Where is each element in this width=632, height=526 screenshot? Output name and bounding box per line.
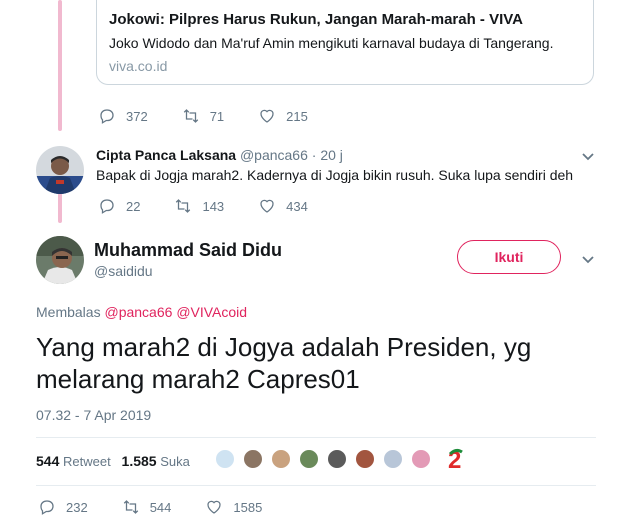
thread-line xyxy=(58,193,62,223)
tweet-menu-button[interactable] xyxy=(581,252,595,266)
retweet-stat-count[interactable]: 544 xyxy=(36,453,59,469)
main-tweet-text: Yang marah2 di Jogya adalah Presiden, yg… xyxy=(36,332,532,394)
reply-author[interactable]: Cipta Panca Laksana @panca66 · 20 j xyxy=(96,147,343,163)
retweet-count: 544 xyxy=(149,499,172,515)
divider xyxy=(36,485,596,486)
liker-avatar[interactable] xyxy=(382,448,404,470)
reply-count: 232 xyxy=(66,499,88,515)
liker-avatar[interactable] xyxy=(214,448,236,470)
like-stat-label[interactable]: Suka xyxy=(160,454,190,469)
retweet-button[interactable]: 143 xyxy=(174,197,224,215)
main-author-name[interactable]: Muhammad Said Didu xyxy=(94,240,282,261)
heart-icon xyxy=(260,109,274,123)
follow-button[interactable]: Ikuti xyxy=(457,240,561,274)
tweet-menu-button[interactable] xyxy=(581,149,595,163)
like-button[interactable]: 215 xyxy=(258,107,308,125)
avatar[interactable] xyxy=(36,146,84,194)
main-tweet-actions: 232 544 1585 xyxy=(38,498,296,516)
liker-avatar[interactable]: 2 xyxy=(446,446,468,474)
link-card-description: Joko Widodo dan Ma'ruf Amin mengikuti ka… xyxy=(109,35,554,51)
avatar[interactable] xyxy=(36,236,84,284)
heart-icon xyxy=(260,199,274,213)
reply-button[interactable]: 232 xyxy=(38,498,88,516)
reply-count: 22 xyxy=(126,198,141,214)
reply-author-handle[interactable]: @panca66 xyxy=(240,147,308,163)
liker-avatar[interactable] xyxy=(270,448,292,470)
retweet-count: 143 xyxy=(202,198,225,214)
heart-icon xyxy=(207,500,222,514)
retweet-button[interactable]: 71 xyxy=(182,107,224,125)
retweet-icon xyxy=(183,109,198,123)
retweet-stat-label[interactable]: Retweet xyxy=(63,454,111,469)
mention-link[interactable]: @VIVAcoid xyxy=(176,304,247,320)
retweet-icon xyxy=(123,500,138,514)
replying-to: Membalas @panca66 @VIVAcoid xyxy=(36,304,247,320)
reply-button[interactable]: 372 xyxy=(98,107,148,125)
like-button[interactable]: 1585 xyxy=(205,498,262,516)
chevron-down-icon xyxy=(582,256,594,264)
reply-icon xyxy=(40,500,54,515)
reply-author-name[interactable]: Cipta Panca Laksana xyxy=(96,147,236,163)
retweet-button[interactable]: 544 xyxy=(122,498,172,516)
chevron-down-icon xyxy=(582,153,594,161)
mention-link[interactable]: @panca66 xyxy=(104,304,172,320)
thread-line xyxy=(58,0,62,131)
reply-button[interactable]: 22 xyxy=(98,197,140,215)
reply-icon xyxy=(100,199,114,214)
tweet-timestamp[interactable]: 07.32 - 7 Apr 2019 xyxy=(36,407,151,423)
divider xyxy=(36,437,596,438)
liker-avatar[interactable] xyxy=(326,448,348,470)
separator-dot: · xyxy=(311,147,317,163)
reply-count: 372 xyxy=(126,108,148,124)
reply-icon xyxy=(100,109,114,124)
tweet-stats: 544 Retweet 1.585 Suka xyxy=(36,453,190,469)
like-button[interactable]: 434 xyxy=(258,197,308,215)
liker-avatar[interactable] xyxy=(354,448,376,470)
replying-to-label: Membalas xyxy=(36,304,101,320)
liker-avatar[interactable] xyxy=(242,448,264,470)
like-stat-count[interactable]: 1.585 xyxy=(122,453,157,469)
like-count: 1585 xyxy=(233,499,263,515)
first-tweet-actions: 372 71 215 xyxy=(98,107,342,125)
link-card-domain: viva.co.id xyxy=(109,58,168,74)
liker-avatar[interactable] xyxy=(298,448,320,470)
like-count: 215 xyxy=(286,108,308,124)
like-count: 434 xyxy=(286,198,308,214)
reply-tweet-actions: 22 143 434 xyxy=(98,197,342,215)
retweet-count: 71 xyxy=(209,108,225,124)
main-author-handle[interactable]: @saididu xyxy=(94,263,153,279)
retweet-icon xyxy=(176,199,191,213)
reply-tweet-text: Bapak di Jogja marah2. Kadernya di Jogja… xyxy=(96,167,574,183)
link-card[interactable]: Jokowi: Pilpres Harus Rukun, Jangan Mara… xyxy=(96,0,594,85)
reply-time[interactable]: 20 j xyxy=(320,147,343,163)
liker-avatar[interactable] xyxy=(410,448,432,470)
link-card-title: Jokowi: Pilpres Harus Rukun, Jangan Mara… xyxy=(109,11,523,28)
